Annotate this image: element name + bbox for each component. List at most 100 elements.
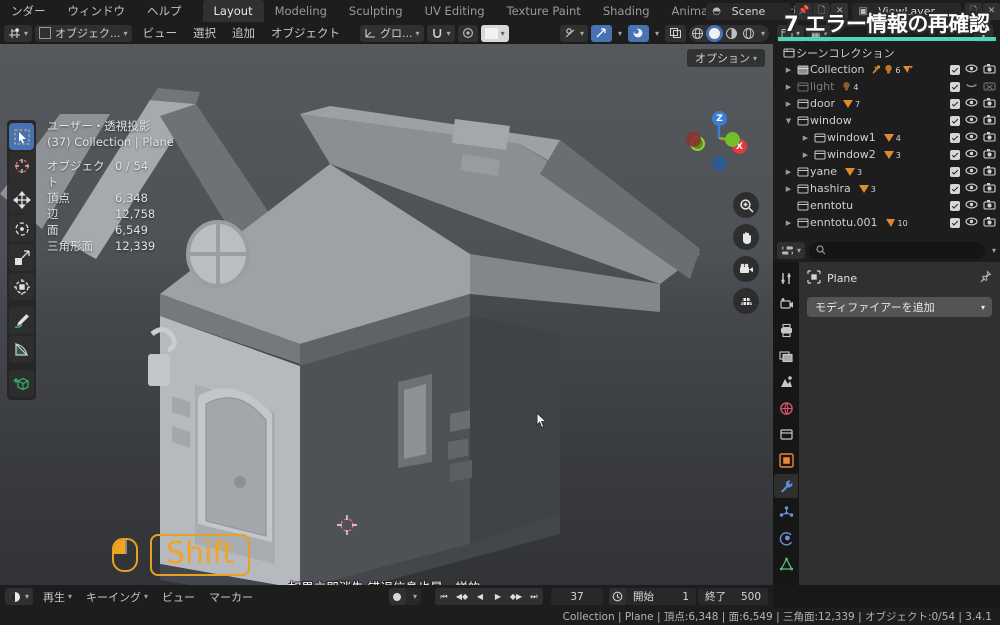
workspace-tab-modeling[interactable]: Modeling — [264, 0, 338, 22]
use-preview-range-icon[interactable] — [609, 588, 626, 605]
proportional-falloff-swatch[interactable]: ▾ — [480, 24, 509, 42]
pin-icon[interactable] — [979, 270, 992, 286]
gizmo-axis-z-neg[interactable] — [712, 156, 727, 171]
outliner-panel[interactable]: ▾ ▦ ▾ シーンコレクション ▶ Collection 6 ▶ light 4… — [773, 22, 1000, 238]
shading-solid-button[interactable] — [705, 24, 723, 42]
eye-closed-icon[interactable] — [965, 80, 978, 94]
transform-orientation-selector[interactable]: グロ... ▾ — [360, 24, 424, 42]
move-tool[interactable] — [9, 186, 34, 213]
disclosure-triangle-icon[interactable]: ▶ — [782, 168, 795, 176]
properties-tab-particles[interactable] — [774, 500, 798, 524]
camera-icon[interactable] — [983, 182, 996, 196]
outliner-row-window2[interactable]: ▶ window2 3 — [773, 146, 1000, 163]
pan-hand-icon[interactable] — [733, 224, 759, 250]
workspace-tab-layout[interactable]: Layout — [202, 0, 264, 22]
auto-keying-toggle[interactable] — [388, 588, 406, 605]
gizmo-axis-y[interactable] — [725, 132, 740, 147]
properties-editor-type-icon[interactable]: ▾ — [777, 241, 806, 259]
gizmo-axis-z[interactable]: Z — [712, 111, 727, 126]
workspace-tab-uv-editing[interactable]: UV Editing — [414, 0, 496, 22]
annotate-tool[interactable] — [9, 307, 34, 334]
timeline-menu-keying[interactable]: キーイング ▾ — [79, 589, 155, 605]
eye-icon[interactable] — [965, 216, 978, 230]
camera-icon[interactable] — [983, 216, 996, 230]
checkbox-enable[interactable] — [950, 81, 960, 92]
scale-tool[interactable] — [9, 244, 34, 271]
cursor-tool[interactable] — [9, 152, 34, 179]
checkbox-enable[interactable] — [950, 166, 960, 177]
camera-icon[interactable] — [983, 97, 996, 111]
outliner-row-collection[interactable]: ▶ Collection 6 — [773, 61, 1000, 78]
play-reverse-button[interactable]: ◀ — [471, 588, 489, 605]
viewport-menu-view[interactable]: ビュー — [135, 25, 186, 41]
prev-keyframe-button[interactable]: ◀◆ — [453, 588, 471, 605]
eye-icon[interactable] — [965, 199, 978, 213]
menu-item-help[interactable]: ヘルプ — [136, 0, 193, 22]
chevron-down-icon[interactable]: ▾ — [761, 29, 765, 38]
checkbox-enable[interactable] — [950, 64, 960, 75]
toggle-xray-button[interactable] — [664, 24, 686, 42]
viewport-options-dropdown[interactable]: オプション ▾ — [686, 49, 765, 67]
checkbox-enable[interactable] — [950, 200, 960, 211]
checkbox-enable[interactable] — [950, 149, 960, 160]
outliner-row-door[interactable]: ▶ door 7 — [773, 95, 1000, 112]
workspace-tab-sculpting[interactable]: Sculpting — [338, 0, 414, 22]
properties-tab-collection[interactable] — [774, 422, 798, 446]
disclosure-triangle-icon[interactable]: ▶ — [782, 185, 795, 193]
disclosure-triangle-down-icon[interactable]: ▼ — [782, 117, 795, 125]
viewport-menu-object[interactable]: オブジェクト — [263, 25, 348, 41]
camera-icon[interactable] — [733, 256, 759, 282]
current-frame-field[interactable]: 37 — [551, 588, 603, 605]
properties-tab-view-layer[interactable] — [774, 344, 798, 368]
timeline-menu-marker[interactable]: マーカー — [202, 589, 260, 605]
properties-search-input[interactable] — [809, 241, 985, 259]
eye-icon[interactable] — [965, 114, 978, 128]
disclosure-triangle-icon[interactable]: ▶ — [799, 134, 812, 142]
eye-icon[interactable] — [965, 165, 978, 179]
scene-selector[interactable]: ◓ Scene — [705, 2, 792, 20]
viewport-gizmos-toggle[interactable]: ▾ — [559, 24, 588, 42]
shading-rendered-button[interactable] — [740, 25, 757, 42]
checkbox-enable[interactable] — [950, 115, 960, 126]
workspace-tab-texture-paint[interactable]: Texture Paint — [496, 0, 592, 22]
eye-icon[interactable] — [965, 63, 978, 77]
end-frame-field[interactable]: 終了 500 — [698, 588, 768, 605]
outliner-row-hashira[interactable]: ▶ hashira 3 — [773, 180, 1000, 197]
menu-item-window[interactable]: ウィンドウ — [57, 0, 137, 22]
disclosure-triangle-icon[interactable]: ▶ — [782, 83, 795, 91]
eye-icon[interactable] — [965, 182, 978, 196]
viewport-menu-select[interactable]: 選択 — [185, 25, 224, 41]
interaction-mode-selector[interactable]: オブジェク... ▾ — [35, 24, 132, 42]
disclosure-triangle-icon[interactable]: ▶ — [799, 151, 812, 159]
outliner-row-light[interactable]: ▶ light 4 — [773, 78, 1000, 95]
disclosure-triangle-icon[interactable]: ▶ — [782, 100, 795, 108]
properties-panel[interactable]: ▾ ▾ Plane モディファイアーを追加 ▾ — [773, 238, 1000, 585]
workspace-tab-shading[interactable]: Shading — [592, 0, 661, 22]
outliner-row-window[interactable]: ▼ window — [773, 112, 1000, 129]
chevron-down-icon[interactable]: ▾ — [992, 246, 996, 255]
camera-icon[interactable] — [983, 131, 996, 145]
outliner-row-enntotu-001[interactable]: ▶ enntotu.001 10 — [773, 214, 1000, 231]
menu-item-render[interactable]: ンダー — [0, 0, 57, 22]
timeline-editor-type-icon[interactable]: ▾ — [5, 588, 34, 605]
grid-ortho-icon[interactable] — [733, 288, 759, 314]
checkbox-enable[interactable] — [950, 217, 960, 228]
gizmo-axis-x-neg[interactable] — [686, 132, 701, 147]
eye-icon[interactable] — [965, 131, 978, 145]
snap-icon[interactable]: ▾ — [426, 24, 455, 42]
camera-icon[interactable] — [983, 148, 996, 162]
jump-to-end-button[interactable]: ⏭ — [525, 588, 543, 605]
checkbox-enable[interactable] — [950, 183, 960, 194]
camera-disabled-icon[interactable] — [983, 80, 996, 94]
next-keyframe-button[interactable]: ◆▶ — [507, 588, 525, 605]
outliner-row-scene-collection[interactable]: シーンコレクション — [773, 44, 1000, 61]
transform-tool[interactable] — [9, 273, 34, 300]
shading-wireframe-button[interactable] — [689, 25, 706, 42]
outliner-row-window1[interactable]: ▶ window1 4 — [773, 129, 1000, 146]
zoom-icon[interactable] — [733, 192, 759, 218]
rotate-tool[interactable] — [9, 215, 34, 242]
checkbox-enable[interactable] — [950, 98, 960, 109]
auto-keying-dropdown[interactable]: ▾ — [405, 588, 421, 605]
eye-icon[interactable] — [965, 97, 978, 111]
timeline-panel[interactable]: ▾ 再生 ▾ キーイング ▾ ビュー マーカー ▾ ⏮ ◀◆ ◀ ▶ ◆▶ ⏭ 37… — [0, 585, 773, 608]
